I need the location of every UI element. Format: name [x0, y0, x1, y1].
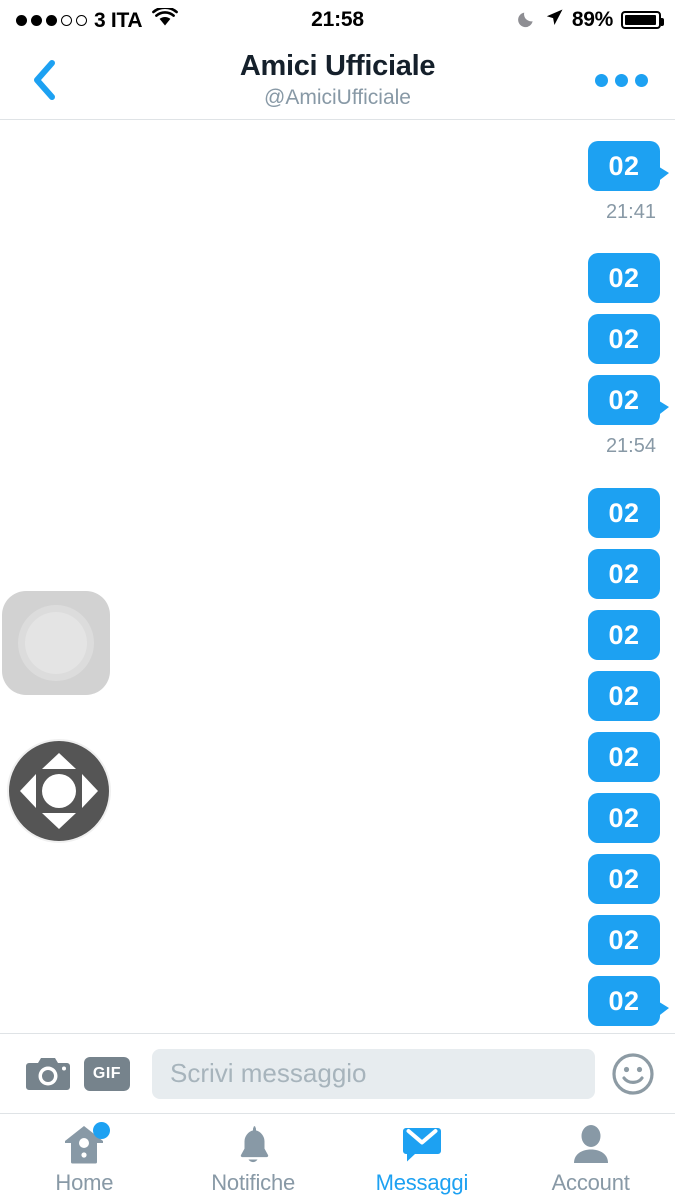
message-bubble[interactable]: 02 [588, 854, 660, 904]
tab-home[interactable]: Home [0, 1114, 169, 1200]
message-row: 02 [588, 141, 669, 191]
message-bubble[interactable]: 02 [588, 915, 660, 965]
status-bar: 3 ITA 21:58 89% [0, 0, 675, 40]
more-horizontal-icon [634, 73, 648, 87]
message-row: 02 [588, 793, 660, 843]
back-button[interactable] [14, 40, 74, 120]
message-row: 02 [588, 976, 669, 1026]
message-group: 02 02 02 02 02 02 02 02 02 [588, 488, 669, 1033]
message-row: 02 [588, 314, 660, 364]
person-icon [573, 1125, 608, 1163]
message-bubble[interactable]: 02 [588, 314, 660, 364]
message-row: 02 [588, 915, 660, 965]
envelope-icon [402, 1128, 441, 1162]
message-bubble[interactable]: 02 [588, 610, 660, 660]
assistive-touch-button[interactable] [2, 591, 110, 695]
message-bubble[interactable]: 02 [588, 488, 660, 538]
message-bubble[interactable]: 02 [588, 793, 660, 843]
tab-notifiche[interactable]: Notifiche [169, 1114, 338, 1200]
assistive-touch-ring-outer [18, 605, 94, 681]
tab-account[interactable]: Account [506, 1114, 675, 1200]
message-bubble[interactable]: 02 [588, 375, 669, 425]
camera-icon [26, 1057, 70, 1090]
more-horizontal-icon [614, 73, 628, 87]
message-bubble[interactable]: 02 [588, 141, 669, 191]
emoji-button[interactable] [609, 1050, 657, 1098]
message-row: 02 [588, 854, 660, 904]
bell-icon [240, 1126, 269, 1163]
tab-messaggi[interactable]: Messaggi [338, 1114, 507, 1200]
message-row: 02 [588, 375, 669, 425]
message-timestamp: 21:54 [605, 435, 656, 457]
tab-account-label: Account [551, 1170, 630, 1195]
tab-notifiche-icon-wrap [233, 1122, 273, 1166]
message-row: 02 [588, 253, 660, 303]
message-bubble[interactable]: 02 [588, 549, 660, 599]
home-badge-dot [93, 1122, 111, 1139]
account-handle: @AmiciUfficiale [264, 85, 411, 109]
message-bubble[interactable]: 02 [588, 732, 660, 782]
dpad-right-icon[interactable] [82, 774, 98, 808]
status-bar-right: 89% [517, 0, 664, 40]
tab-notifiche-label: Notifiche [211, 1170, 296, 1195]
assistive-touch-ring-inner [25, 612, 87, 674]
dpad-left-icon[interactable] [20, 774, 36, 808]
tab-account-icon-wrap [571, 1122, 611, 1166]
conversation-scroll[interactable]: 02 21:41 02 02 02 21:54 02 02 02 02 02 0… [0, 121, 675, 1033]
camera-button[interactable] [20, 1046, 76, 1102]
tab-home-label: Home [55, 1170, 114, 1195]
message-row: 02 [588, 549, 660, 599]
message-group: 02 21:41 [588, 141, 669, 234]
message-bubble[interactable]: 02 [588, 976, 669, 1026]
tab-messaggi-label: Messaggi [375, 1170, 469, 1195]
message-input[interactable] [152, 1048, 595, 1099]
clock-label: 21:58 [311, 8, 364, 31]
message-group: 02 02 02 21:54 [588, 253, 669, 468]
message-row: 02 [588, 732, 660, 782]
page-title: Amici Ufficiale [239, 50, 436, 83]
smiley-icon [612, 1052, 654, 1095]
tab-home-icon-wrap [62, 1122, 111, 1166]
dpad-up-icon[interactable] [42, 753, 76, 769]
dpad-control[interactable] [7, 739, 111, 843]
location-arrow-icon [545, 8, 564, 32]
tab-bar: Home Notifiche Messaggi Account [0, 1113, 675, 1200]
battery-icon [621, 11, 664, 29]
battery-percent-label: 89% [571, 8, 613, 31]
gif-button[interactable]: GIF [84, 1056, 130, 1091]
message-bubble[interactable]: 02 [588, 671, 660, 721]
nav-header: Amici Ufficiale @AmiciUfficiale [0, 40, 675, 120]
more-horizontal-icon [594, 73, 608, 87]
message-composer: GIF [0, 1033, 675, 1113]
message-bubble[interactable]: 02 [588, 253, 660, 303]
message-row: 02 [588, 610, 660, 660]
message-timestamp: 21:41 [605, 201, 656, 223]
message-row: 02 [588, 488, 660, 538]
nav-title-block[interactable]: Amici Ufficiale @AmiciUfficiale [120, 40, 555, 120]
moon-icon [517, 8, 537, 33]
more-options-button[interactable] [581, 40, 661, 120]
dpad-down-icon[interactable] [42, 813, 76, 829]
app-root: 3 ITA 21:58 89% Amici Ufficiale @AmiciUf… [0, 0, 675, 1200]
tab-messaggi-icon-wrap [400, 1122, 444, 1166]
dpad-center-button[interactable] [42, 774, 76, 808]
chevron-left-icon [34, 60, 55, 100]
message-row: 02 [588, 671, 660, 721]
